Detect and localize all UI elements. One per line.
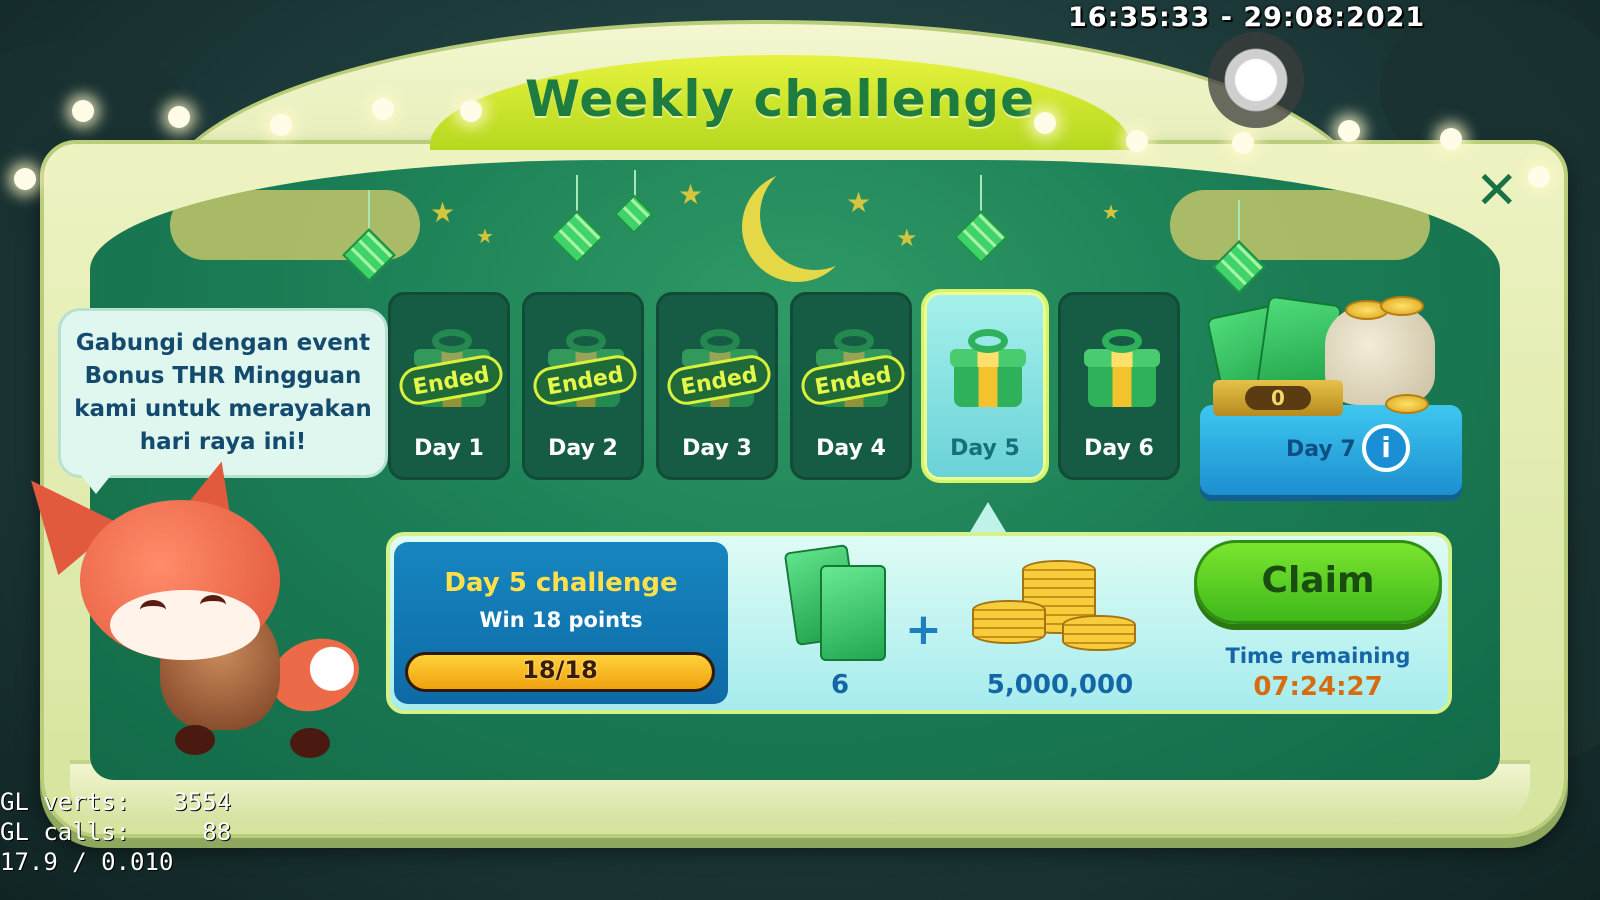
light-bulb-icon — [1034, 112, 1056, 134]
gift-box-icon — [1084, 329, 1160, 407]
day-label: Day 7 — [1286, 437, 1356, 462]
day-card-3[interactable]: Ended Day 3 — [656, 292, 778, 480]
day-card-7[interactable]: Day 7 — [1200, 405, 1462, 495]
ornament-string — [1238, 200, 1240, 240]
star-icon: ★ — [1102, 200, 1120, 224]
challenge-goal: Win 18 points — [479, 608, 643, 632]
gift-box-icon — [950, 329, 1026, 407]
light-bulb-icon — [1232, 132, 1254, 154]
selected-day-pointer — [970, 502, 1006, 532]
debug-line: GL verts: 3554 — [0, 788, 232, 816]
star-icon: ★ — [896, 224, 918, 252]
light-bulb-icon — [372, 98, 394, 120]
coin-stack-icon — [972, 600, 1046, 644]
progress-text: 18/18 — [522, 656, 598, 684]
close-icon[interactable]: ✕ — [1475, 165, 1519, 217]
fox-foot — [290, 728, 330, 758]
star-icon: ★ — [476, 224, 494, 248]
light-bulb-icon — [1126, 130, 1148, 152]
envelope-reward-icon — [820, 565, 886, 661]
light-bulb-icon — [1338, 120, 1360, 142]
challenge-title: Day 5 challenge — [444, 568, 678, 598]
debug-line: GL calls: 88 — [0, 818, 232, 846]
envelope-reward-count: 6 — [830, 670, 850, 700]
fox-foot — [175, 725, 215, 755]
light-bulb-icon — [14, 168, 36, 190]
time-remaining-value: 07:24:27 — [1253, 672, 1383, 702]
coin-icon — [1385, 394, 1429, 414]
chest-count: 0 — [1245, 386, 1311, 410]
day-label: Day 1 — [414, 436, 484, 461]
ornament-string — [368, 190, 370, 230]
plus-icon: + — [905, 604, 942, 655]
fox-eye — [140, 600, 166, 620]
screen-timestamp: 16:35:33 - 29:08:2021 — [1068, 2, 1426, 33]
coin-reward-amount: 5,000,000 — [986, 670, 1134, 700]
light-bulb-icon — [1440, 128, 1462, 150]
star-icon: ★ — [430, 196, 456, 229]
light-bulb-icon — [460, 100, 482, 122]
fox-eye — [200, 595, 226, 615]
speech-bubble: Gabungi dengan event Bonus THR Mingguan … — [58, 308, 388, 478]
star-icon: ★ — [678, 178, 704, 211]
fox-muzzle — [110, 590, 260, 660]
light-bulb-icon — [1528, 166, 1550, 188]
day-label: Day 2 — [548, 436, 618, 461]
coin-icon — [1380, 296, 1424, 316]
day-card-1[interactable]: Ended Day 1 — [388, 292, 510, 480]
light-bulb-icon — [72, 100, 94, 122]
day-label: Day 5 — [950, 436, 1020, 461]
light-bulb-icon — [270, 114, 292, 136]
cloud-decoration — [1170, 190, 1430, 260]
screen-record-button[interactable] — [1208, 32, 1304, 128]
day-label: Day 4 — [816, 436, 886, 461]
day-card-5[interactable]: Day 5 — [924, 292, 1046, 480]
speech-text: Gabungi dengan event Bonus THR Mingguan … — [74, 330, 372, 455]
claim-button[interactable]: Claim — [1194, 540, 1442, 624]
day-label: Day 6 — [1084, 436, 1154, 461]
star-icon: ★ — [846, 186, 872, 219]
day-card-2[interactable]: Ended Day 2 — [522, 292, 644, 480]
debug-line: 17.9 / 0.010 — [0, 848, 174, 876]
info-icon[interactable]: i — [1362, 424, 1410, 472]
page-title: Weekly challenge — [524, 70, 1036, 128]
light-bulb-icon — [168, 106, 190, 128]
day-card-6[interactable]: Day 6 — [1058, 292, 1180, 480]
coin-stack-icon — [1062, 615, 1136, 651]
day-card-4[interactable]: Ended Day 4 — [790, 292, 912, 480]
time-remaining-label: Time remaining — [1225, 644, 1411, 668]
day-label: Day 3 — [682, 436, 752, 461]
